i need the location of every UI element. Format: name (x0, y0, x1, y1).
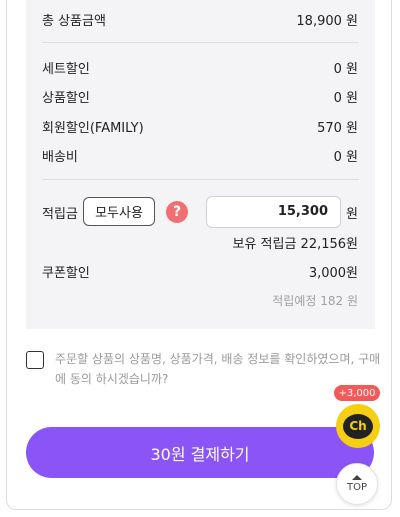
set-discount-value: 0 원 (333, 61, 358, 77)
product-discount-label: 상품할인 (42, 90, 90, 106)
member-discount-row: 회원할인(FAMILY) 570 원 (42, 116, 358, 136)
set-discount-label: 세트할인 (42, 61, 90, 77)
scroll-top-button[interactable]: TOP (336, 463, 378, 505)
use-all-points-button[interactable]: 모두사용 (83, 197, 155, 226)
points-label: 적립금 (42, 207, 78, 222)
coupon-label: 쿠폰할인 (42, 265, 90, 281)
consent-text: 주문할 상품의 상품명, 상품가격, 배송 정보를 확인하였으며, 구매에 동의… (55, 352, 381, 386)
chat-bubble-label: Ch (343, 413, 373, 439)
consent-checkbox[interactable] (26, 351, 44, 369)
points-badge: +3,000 (334, 385, 380, 401)
coupon-value: 3,000원 (308, 265, 358, 281)
shipping-value: 0 원 (333, 149, 358, 165)
arrow-up-icon (352, 475, 362, 480)
pay-button[interactable]: 30원 결제하기 (26, 427, 374, 478)
member-discount-label: 회원할인(FAMILY) (42, 120, 144, 136)
product-discount-row: 상품할인 0 원 (42, 86, 358, 106)
held-points-text: 보유 적립금 22,156원 (232, 237, 358, 252)
total-price-value: 18,900 원 (296, 13, 358, 29)
scroll-top-label: TOP (346, 482, 367, 493)
set-discount-row: 세트할인 0 원 (42, 57, 358, 77)
shipping-label: 배송비 (42, 149, 78, 165)
points-input[interactable]: 15,300 (206, 196, 341, 228)
divider (42, 179, 359, 180)
total-price-row: 총 상품금액 18,900 원 (42, 9, 358, 29)
chat-icon[interactable]: Ch (336, 404, 380, 448)
product-discount-value: 0 원 (333, 90, 358, 106)
help-icon[interactable]: ? (166, 201, 188, 223)
member-discount-value: 570 원 (317, 120, 358, 136)
shipping-row: 배송비 0 원 (42, 145, 358, 165)
points-unit: 원 (346, 207, 358, 222)
total-price-label: 총 상품금액 (42, 13, 106, 29)
divider (42, 42, 359, 43)
expected-points-text: 적립예정 182 원 (272, 294, 358, 308)
coupon-row: 쿠폰할인 3,000원 (42, 261, 358, 281)
